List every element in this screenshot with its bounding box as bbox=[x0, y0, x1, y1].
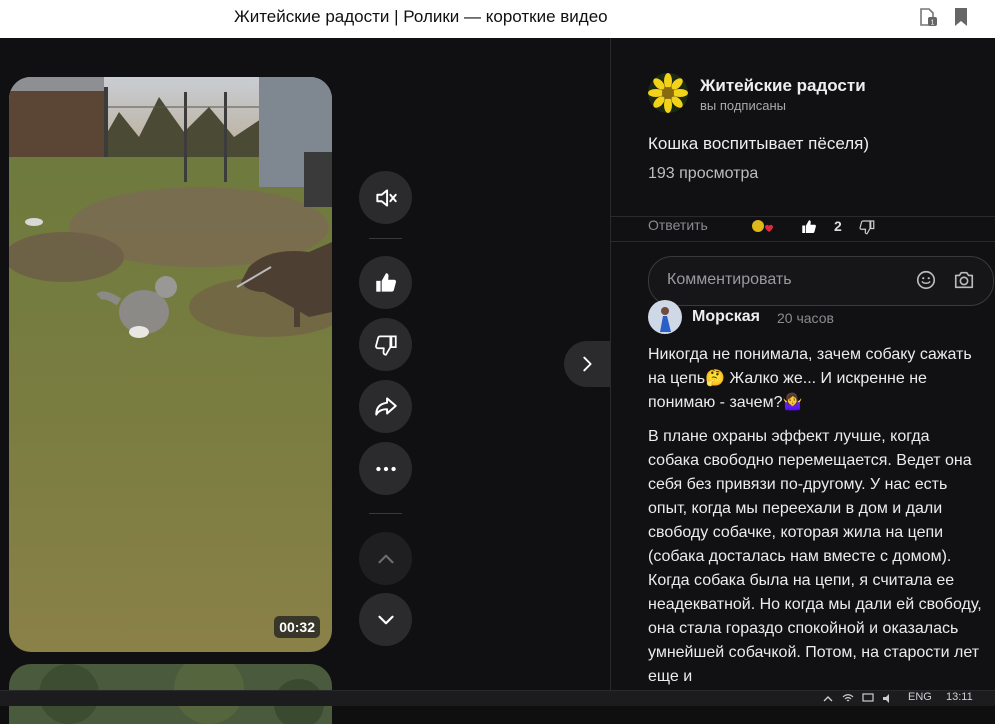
extension-icon[interactable]: 1 bbox=[916, 5, 940, 29]
volume-icon[interactable] bbox=[882, 693, 894, 704]
comment-dislike-icon[interactable] bbox=[858, 218, 876, 236]
comment-input[interactable]: Комментировать bbox=[648, 256, 994, 306]
thumbs-down-icon bbox=[374, 334, 397, 356]
comment-time: 20 часов bbox=[777, 310, 834, 326]
subscription-status: вы подписаны bbox=[700, 98, 786, 113]
video-duration: 00:32 bbox=[274, 616, 320, 638]
action-separator bbox=[369, 513, 402, 514]
comments-panel: Житейские радости вы подписаны Кошка вос… bbox=[610, 38, 995, 690]
comment-author[interactable]: Морская bbox=[692, 308, 760, 326]
comment-like-count: 2 bbox=[834, 218, 842, 234]
view-count: 193 просмотра bbox=[648, 165, 759, 182]
svg-text:1: 1 bbox=[931, 20, 935, 27]
thumbs-up-icon bbox=[375, 272, 396, 292]
video-title: Кошка воспитывает пёселя) bbox=[648, 134, 870, 153]
prev-video-button[interactable] bbox=[359, 532, 412, 585]
next-video-button[interactable] bbox=[359, 593, 412, 646]
monitor-icon[interactable] bbox=[862, 693, 874, 704]
comment-paragraph: В плане охраны эффект лучше, когда собак… bbox=[648, 428, 982, 685]
channel-avatar[interactable] bbox=[648, 73, 688, 113]
chevron-up-tray-icon[interactable] bbox=[822, 693, 834, 704]
mute-icon bbox=[375, 188, 397, 207]
bookmark-icon[interactable] bbox=[949, 5, 973, 29]
share-arrow-icon bbox=[374, 396, 397, 416]
previous-comment-actions: Ответить 2 bbox=[648, 217, 988, 239]
more-button[interactable] bbox=[359, 442, 412, 495]
language-indicator[interactable]: ENG bbox=[908, 691, 932, 703]
comment-placeholder: Комментировать bbox=[667, 271, 792, 288]
mute-button[interactable] bbox=[359, 171, 412, 224]
channel-name[interactable]: Житейские радости bbox=[700, 76, 866, 96]
video-pane: 00:32 bbox=[0, 38, 610, 724]
share-button[interactable] bbox=[359, 380, 412, 433]
chevron-right-icon bbox=[583, 356, 592, 372]
action-separator bbox=[369, 238, 402, 239]
chevron-up-icon bbox=[377, 554, 394, 563]
camera-icon[interactable] bbox=[953, 269, 975, 291]
yellow-flower-icon bbox=[648, 73, 688, 113]
taskbar: ENG 13:11 bbox=[0, 690, 995, 706]
more-dots-icon bbox=[375, 466, 396, 471]
divider bbox=[611, 241, 995, 242]
chevron-down-icon bbox=[377, 615, 394, 624]
video-player[interactable]: 00:32 bbox=[9, 77, 332, 652]
comment-text: Никогда не понимала, зачем собаку сажать… bbox=[648, 343, 983, 690]
window-title: Житейские радости | Ролики — короткие ви… bbox=[234, 7, 608, 26]
flower-heart-emoji-icon bbox=[752, 220, 773, 232]
comment-like-icon[interactable] bbox=[800, 218, 818, 236]
comment-author-avatar[interactable] bbox=[648, 300, 682, 334]
emoji-icon[interactable] bbox=[915, 269, 937, 291]
like-button[interactable] bbox=[359, 256, 412, 309]
browser-title-bar: Житейские радости | Ролики — короткие ви… bbox=[0, 0, 995, 38]
reply-link[interactable]: Ответить bbox=[648, 217, 708, 233]
clock[interactable]: 13:11 bbox=[946, 691, 973, 703]
wifi-icon[interactable] bbox=[842, 693, 854, 704]
dislike-button[interactable] bbox=[359, 318, 412, 371]
comment-paragraph: Никогда не понимала, зачем собаку сажать… bbox=[648, 346, 972, 411]
expand-panel-button[interactable] bbox=[564, 341, 610, 387]
video-frame bbox=[9, 77, 332, 652]
avatar-image bbox=[648, 300, 682, 334]
